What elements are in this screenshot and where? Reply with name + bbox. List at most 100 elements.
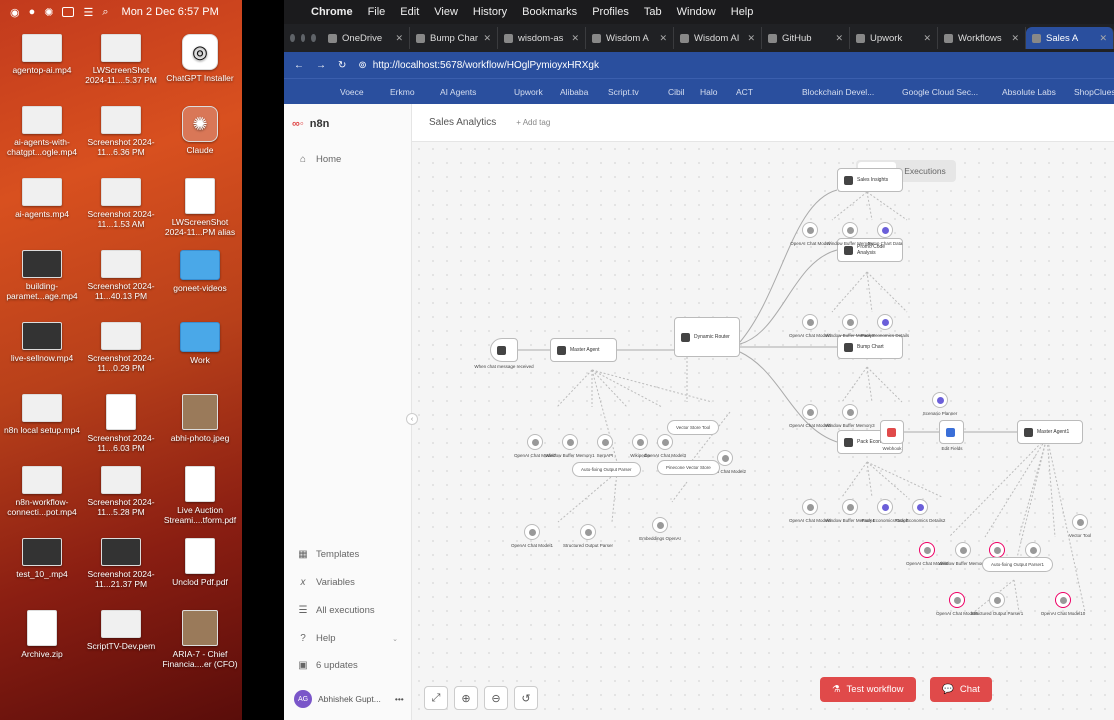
sidebar-item-executions[interactable]: ☰ All executions — [298, 605, 375, 616]
url-field[interactable]: ⊚ http://localhost:5678/workflow/HOglPym… — [358, 60, 599, 71]
close-tab-icon[interactable]: ✕ — [923, 33, 931, 44]
menu-help[interactable]: Help — [731, 6, 754, 18]
browser-tab[interactable]: OneDrive ✕ — [322, 27, 411, 49]
test-workflow-button[interactable]: ⚗ Test workflow — [820, 677, 916, 702]
menu-tab[interactable]: Tab — [644, 6, 662, 18]
workflow-name[interactable]: Sales Analytics — [429, 117, 496, 128]
menu-history[interactable]: History — [473, 6, 507, 18]
close-tab-icon[interactable]: ✕ — [1011, 33, 1019, 44]
sub-node[interactable]: Window Buffer Memory3 — [820, 404, 880, 429]
browser-tab[interactable]: Bump Char ✕ — [410, 27, 499, 49]
bookmark-item[interactable]: Blockchain Devel... — [802, 87, 902, 97]
more-icon[interactable]: ••• — [395, 694, 404, 704]
menu-bookmarks[interactable]: Bookmarks — [522, 6, 577, 18]
menu-edit[interactable]: Edit — [400, 6, 419, 18]
desktop-icon[interactable]: n8n-workflow-connecti...pot.mp4 — [2, 466, 82, 517]
sub-node[interactable]: OpenAI Chat Model1 — [502, 524, 562, 549]
sub-node[interactable]: OpenAI Chat Model10 — [1033, 592, 1093, 617]
bookmark-item[interactable]: Erkmo — [390, 87, 440, 97]
desktop-icon[interactable]: Archive.zip — [2, 610, 82, 659]
menu-view[interactable]: View — [434, 6, 458, 18]
desktop-icon[interactable]: Work — [160, 322, 240, 365]
close-window-icon[interactable] — [290, 34, 295, 42]
bookmark-item[interactable]: Cibil — [668, 87, 700, 97]
reset-zoom-icon[interactable]: ↺ — [514, 686, 538, 710]
desktop-icon[interactable]: ◎ ChatGPT Installer — [160, 34, 240, 83]
sub-node[interactable]: Structured Output Parser1 — [967, 592, 1027, 617]
desktop-icon[interactable]: Screenshot 2024-11...40.13 PM — [81, 250, 161, 301]
sales-insights-node[interactable]: Sales Insights — [837, 168, 903, 192]
browser-tab[interactable]: Wisdom A ✕ — [586, 27, 675, 49]
sub-node[interactable]: Structured Output Parser — [558, 524, 618, 549]
webhook-node[interactable] — [880, 420, 904, 444]
desktop-icon[interactable]: Screenshot 2024-11...21.37 PM — [81, 538, 161, 589]
sub-node[interactable]: Pack Economics Details — [855, 314, 915, 339]
forward-icon[interactable]: → — [316, 60, 326, 71]
control-center-icon[interactable]: ☰ — [83, 6, 93, 19]
sub-node[interactable]: Bump Chart Data — [855, 222, 915, 247]
desktop-icon[interactable]: building-paramet...age.mp4 — [2, 250, 82, 301]
bookmark-item[interactable]: Alibaba — [560, 87, 608, 97]
desktop-icon[interactable]: n8n local setup.mp4 — [2, 394, 82, 435]
desktop-icon[interactable]: ✺ Claude — [160, 106, 240, 155]
desktop-icon[interactable]: ScriptTV-Dev.pem — [81, 610, 161, 651]
wifi-icon[interactable]: ◉ — [10, 6, 20, 19]
add-tag-button[interactable]: + Add tag — [516, 118, 550, 127]
close-tab-icon[interactable]: ✕ — [395, 33, 403, 44]
maximize-window-icon[interactable] — [311, 34, 317, 42]
bookmark-item[interactable]: Upwork — [514, 87, 560, 97]
sub-node[interactable]: OpenAI Chat Model3 — [635, 434, 695, 459]
record-icon[interactable]: ● — [29, 6, 36, 18]
sub-node[interactable]: Auto-fixing Output Parser1 — [982, 557, 1054, 572]
browser-tab[interactable]: Wisdom AI ✕ — [674, 27, 763, 49]
browser-tab[interactable]: Workflows ✕ — [938, 27, 1027, 49]
desktop-icon[interactable]: Unclod Pdf.pdf — [160, 538, 240, 587]
bookmark-item[interactable]: Absolute Labs — [1002, 87, 1074, 97]
collapse-sidebar-button[interactable]: ‹ — [406, 413, 418, 425]
bump-chart-node[interactable]: Bump Chart — [837, 335, 903, 359]
sidebar-item-help[interactable]: ? Help ⌄ — [298, 633, 398, 644]
sub-node[interactable]: Vector Tool — [1050, 514, 1110, 539]
bookmark-item[interactable]: Google Cloud Sec... — [902, 87, 1002, 97]
close-tab-icon[interactable]: ✕ — [747, 33, 755, 44]
desktop-icon[interactable]: Live Auction Streami....tform.pdf — [160, 466, 240, 525]
desktop-icon[interactable]: test_10_.mp4 — [2, 538, 82, 579]
chat-trigger-node[interactable] — [490, 338, 518, 362]
edit-fields-node[interactable] — [939, 420, 964, 444]
browser-tab[interactable]: Sales A ✕ — [1026, 27, 1114, 49]
desktop-icon[interactable]: LWScreenShot 2024-11...PM alias — [160, 178, 240, 237]
desktop-icon[interactable]: agentop-ai.mp4 — [2, 34, 82, 75]
browser-tab[interactable]: Upwork ✕ — [850, 27, 939, 49]
sub-node[interactable]: Auto-fixing Output Parser — [572, 462, 641, 477]
zoom-in-icon[interactable]: ⊕ — [454, 686, 478, 710]
battery-icon[interactable] — [62, 7, 75, 17]
n8n-logo[interactable]: ∞◦ n8n — [284, 104, 411, 130]
bookmark-item[interactable]: Voece — [340, 87, 390, 97]
sub-node[interactable]: Pack Economics Details2 — [890, 499, 950, 524]
close-tab-icon[interactable]: ✕ — [835, 33, 843, 44]
master-agent-1-node[interactable]: Master Agent1 — [1017, 420, 1083, 444]
settings-icon[interactable]: ✺ — [44, 6, 53, 19]
sub-node[interactable]: Vector Store Tool — [667, 420, 720, 435]
close-tab-icon[interactable]: ✕ — [659, 33, 667, 44]
minimize-window-icon[interactable] — [300, 34, 306, 42]
sidebar-item-home[interactable]: ⌂ Home — [298, 154, 341, 165]
desktop-icon[interactable]: Screenshot 2024-11...6.36 PM — [81, 106, 161, 157]
sub-node[interactable]: Pinecone Vector Store — [657, 460, 720, 475]
browser-tab[interactable]: GitHub ✕ — [762, 27, 851, 49]
desktop-icon[interactable]: ARIA-7 - Chief Financia....er (CFO) — [160, 610, 240, 669]
close-tab-icon[interactable]: ✕ — [483, 33, 491, 44]
menubar-clock[interactable]: Mon 2 Dec 6:57 PM — [122, 6, 219, 18]
desktop-icon[interactable]: Screenshot 2024-11...5.28 PM — [81, 466, 161, 517]
bookmark-item[interactable]: Halo — [700, 87, 736, 97]
desktop-icon[interactable]: Screenshot 2024-11...6.03 PM — [81, 394, 161, 453]
user-menu[interactable]: AG Abhishek Gupt... ••• — [294, 690, 404, 708]
menu-profiles[interactable]: Profiles — [592, 6, 629, 18]
fit-view-icon[interactable]: ⤢ — [424, 686, 448, 710]
browser-tab[interactable]: wisdom-as ✕ — [498, 27, 587, 49]
desktop-icon[interactable]: ai-agents.mp4 — [2, 178, 82, 219]
bookmark-item[interactable]: Script.tv — [608, 87, 668, 97]
menu-window[interactable]: Window — [677, 6, 716, 18]
desktop-icon[interactable]: Screenshot 2024-11...1.53 AM — [81, 178, 161, 229]
bookmark-item[interactable]: ACT — [736, 87, 802, 97]
